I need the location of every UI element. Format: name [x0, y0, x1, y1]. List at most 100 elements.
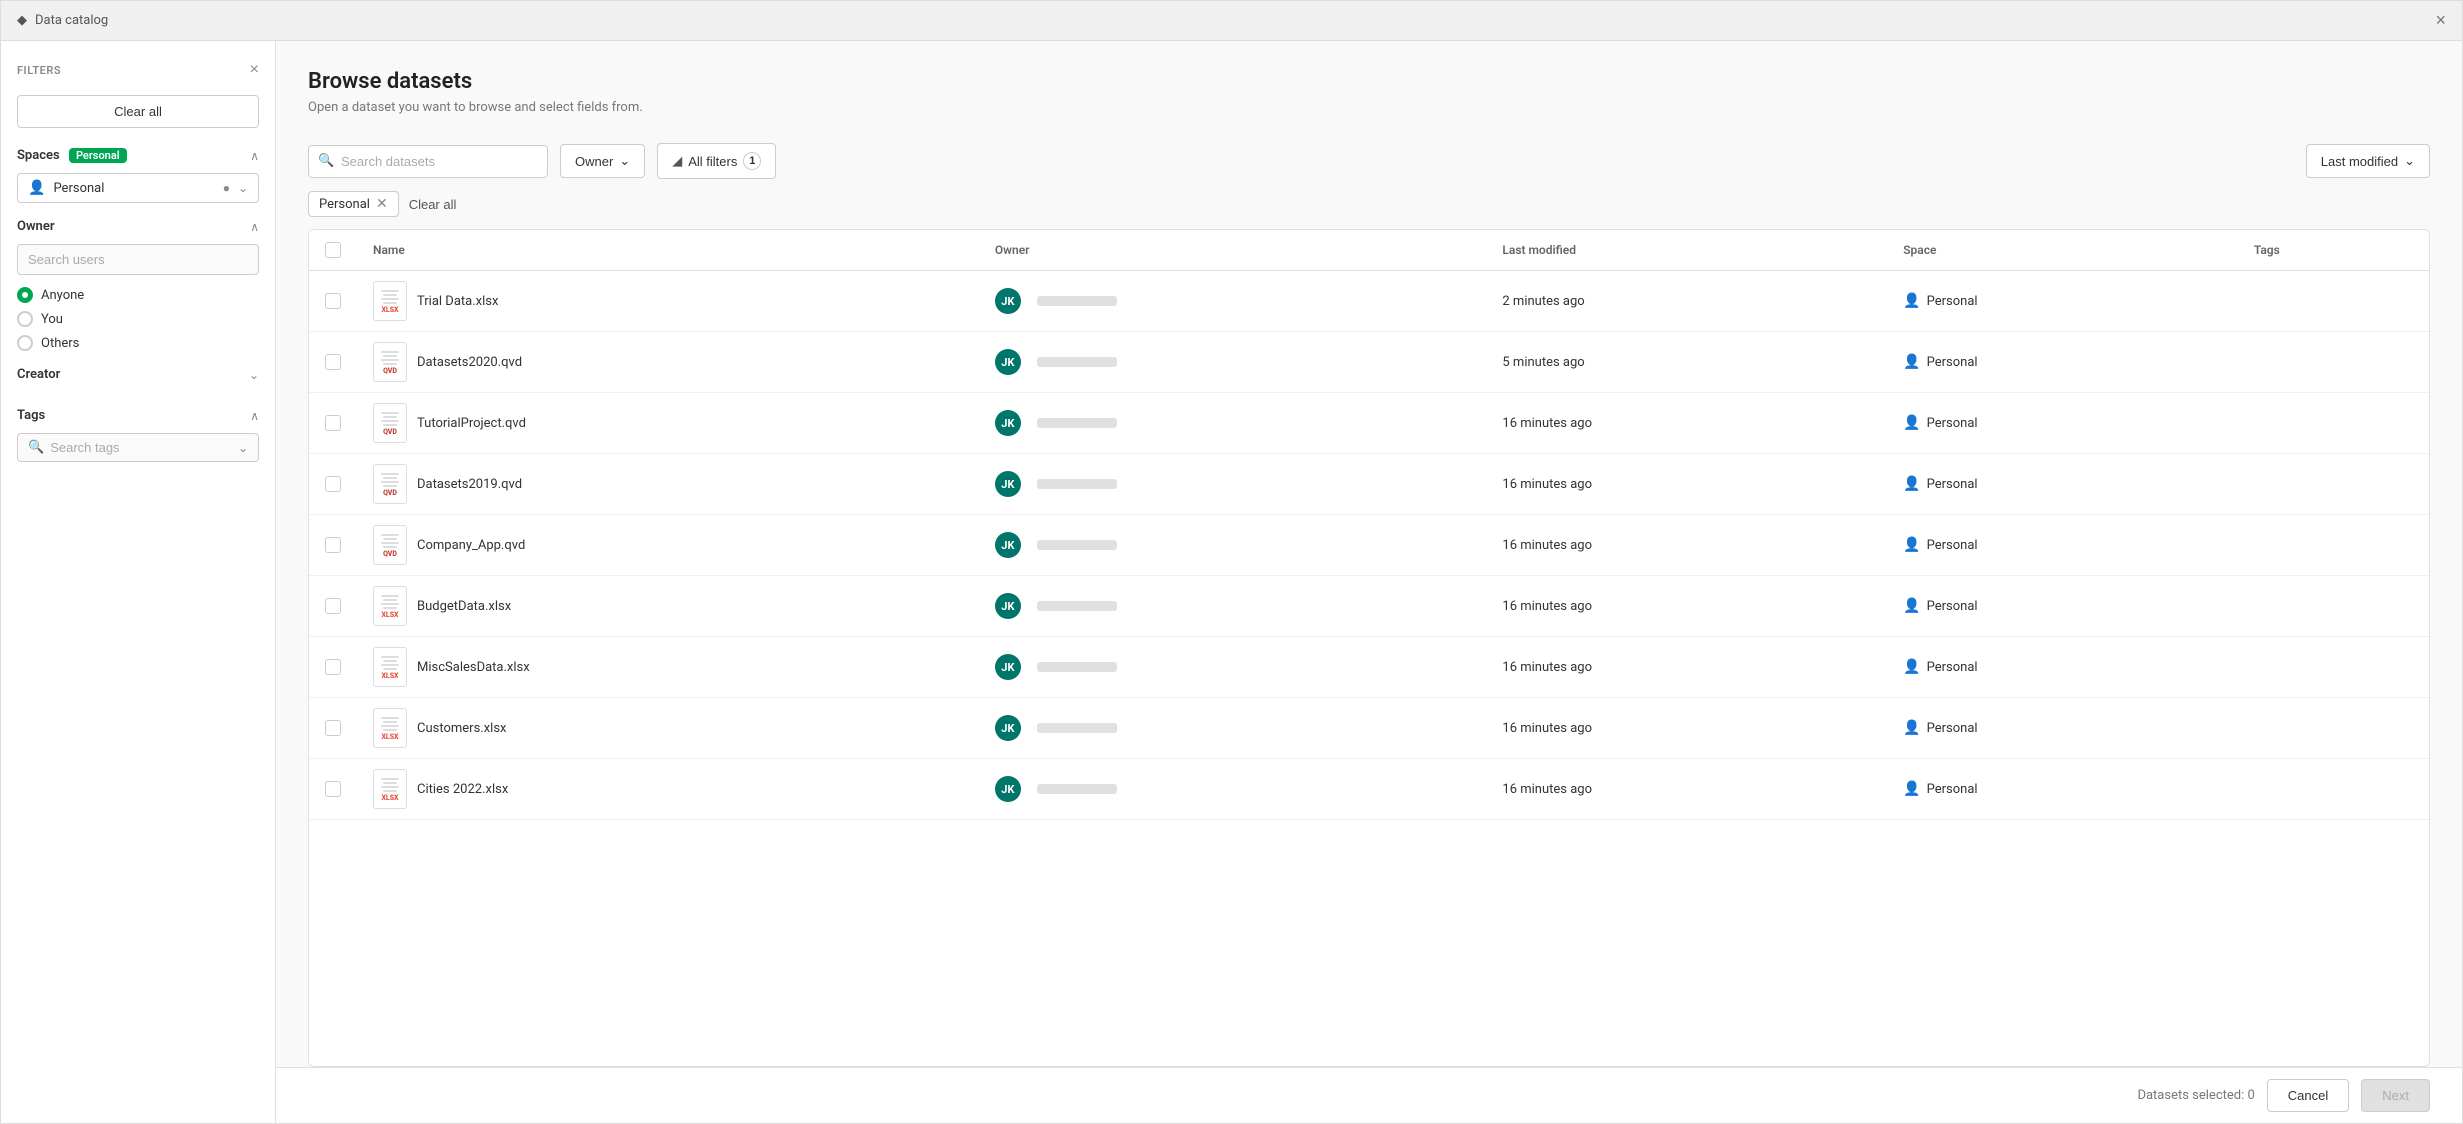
row-time-cell: 16 minutes ago	[1486, 576, 1887, 637]
table-row: XLSX Trial Data.xlsx JK 2 minutes ago 👤 …	[309, 271, 2429, 332]
space-icon: 👤	[1903, 354, 1920, 370]
search-users-input[interactable]	[17, 244, 259, 275]
last-modified-time: 16 minutes ago	[1502, 538, 1592, 553]
owner-name	[1037, 296, 1117, 306]
row-time-cell: 5 minutes ago	[1486, 332, 1887, 393]
row-space-cell: 👤 Personal	[1887, 515, 2238, 576]
space-name: Personal	[1927, 477, 1978, 492]
name-column-header: Name	[357, 230, 979, 271]
row-owner-cell: JK	[979, 759, 1487, 820]
owner-others-option[interactable]: Others	[17, 335, 259, 351]
cancel-button[interactable]: Cancel	[2267, 1079, 2349, 1112]
row-checkbox[interactable]	[325, 781, 341, 797]
space-clear-icon[interactable]: ●	[223, 181, 230, 195]
tags-search-wrap[interactable]: 🔍 ⌄	[17, 433, 259, 462]
row-tags-cell	[2238, 637, 2429, 698]
row-owner-cell: JK	[979, 637, 1487, 698]
search-datasets-icon: 🔍	[318, 154, 334, 169]
tags-section-header[interactable]: Tags ∧	[17, 408, 259, 423]
row-name-cell: QVD Company_App.qvd	[357, 515, 979, 576]
clear-all-filters-link[interactable]: Clear all	[409, 197, 457, 212]
select-all-checkbox[interactable]	[325, 242, 341, 258]
all-filters-label: All filters	[688, 154, 737, 169]
row-checkbox[interactable]	[325, 476, 341, 492]
last-modified-time: 16 minutes ago	[1502, 416, 1592, 431]
row-checkbox[interactable]	[325, 659, 341, 675]
last-modified-time: 16 minutes ago	[1502, 477, 1592, 492]
space-name: Personal	[1927, 599, 1978, 614]
file-type-icon: QVD	[373, 403, 407, 443]
owner-filter-button[interactable]: Owner ⌄	[560, 144, 645, 178]
row-owner-cell: JK	[979, 454, 1487, 515]
row-time-cell: 16 minutes ago	[1486, 454, 1887, 515]
spaces-section-header[interactable]: Spaces Personal ∧	[17, 148, 259, 163]
row-checkbox[interactable]	[325, 537, 341, 553]
space-arrow-icon[interactable]: ⌄	[238, 181, 248, 195]
others-label: Others	[41, 336, 79, 351]
file-name: Cities 2022.xlsx	[417, 782, 508, 797]
row-space-cell: 👤 Personal	[1887, 332, 2238, 393]
next-button[interactable]: Next	[2361, 1079, 2430, 1112]
sidebar-close-button[interactable]: ×	[250, 61, 259, 79]
sort-label: Last modified	[2321, 154, 2398, 169]
space-icon: 👤	[1903, 720, 1920, 736]
app-title: Data catalog	[35, 13, 108, 28]
all-filters-button[interactable]: ◢ All filters 1	[657, 143, 776, 179]
space-column-header: Space	[1887, 230, 2238, 271]
row-tags-cell	[2238, 576, 2429, 637]
table-row: QVD Datasets2019.qvd JK 16 minutes ago 👤…	[309, 454, 2429, 515]
owner-section-title: Owner	[17, 219, 55, 234]
owner-name	[1037, 357, 1117, 367]
personal-filter-tag: Personal ✕	[308, 191, 399, 217]
row-checkbox[interactable]	[325, 293, 341, 309]
row-checkbox[interactable]	[325, 720, 341, 736]
row-checkbox-cell	[309, 393, 357, 454]
clear-all-button[interactable]: Clear all	[17, 95, 259, 128]
filter-tag-remove-button[interactable]: ✕	[376, 196, 388, 212]
file-type-icon: XLSX	[373, 281, 407, 321]
owner-btn-chevron-icon: ⌄	[619, 153, 630, 169]
owner-filter-section: Owner ∧ Anyone You	[17, 219, 259, 351]
row-checkbox-cell	[309, 515, 357, 576]
space-selector[interactable]: 👤 Personal ● ⌄	[17, 173, 259, 203]
row-checkbox[interactable]	[325, 415, 341, 431]
row-name-cell: XLSX Customers.xlsx	[357, 698, 979, 759]
row-space-cell: 👤 Personal	[1887, 637, 2238, 698]
row-time-cell: 16 minutes ago	[1486, 698, 1887, 759]
table-row: QVD TutorialProject.qvd JK 16 minutes ag…	[309, 393, 2429, 454]
tags-search-icon: 🔍	[28, 440, 44, 455]
search-users-wrap	[17, 244, 259, 275]
row-name-cell: XLSX MiscSalesData.xlsx	[357, 637, 979, 698]
last-modified-column-header: Last modified	[1486, 230, 1887, 271]
last-modified-time: 16 minutes ago	[1502, 599, 1592, 614]
datasets-table-wrap: Name Owner Last modified Space Tags	[308, 229, 2430, 1067]
owner-avatar: JK	[995, 410, 1021, 436]
row-name-cell: XLSX BudgetData.xlsx	[357, 576, 979, 637]
owner-section-header[interactable]: Owner ∧	[17, 219, 259, 234]
row-checkbox[interactable]	[325, 598, 341, 614]
tags-dropdown-icon[interactable]: ⌄	[238, 441, 248, 455]
spaces-chevron-icon: ∧	[250, 149, 259, 163]
search-tags-input[interactable]	[50, 440, 232, 455]
row-owner-cell: JK	[979, 332, 1487, 393]
search-datasets-input[interactable]	[308, 145, 548, 178]
creator-section-header[interactable]: Creator ⌄	[17, 367, 259, 382]
space-icon: 👤	[1903, 659, 1920, 675]
owner-anyone-option[interactable]: Anyone	[17, 287, 259, 303]
all-filters-count-badge: 1	[743, 152, 761, 170]
content-header: Browse datasets Open a dataset you want …	[276, 41, 2462, 131]
owner-you-option[interactable]: You	[17, 311, 259, 327]
space-icon: 👤	[1903, 781, 1920, 797]
sidebar: FILTERS × Clear all Spaces Personal ∧ 👤 …	[1, 41, 276, 1123]
file-type-icon: XLSX	[373, 647, 407, 687]
space-name: Personal	[1927, 660, 1978, 675]
space-icon: 👤	[1903, 476, 1920, 492]
filter-funnel-icon: ◢	[672, 153, 682, 169]
sort-button[interactable]: Last modified ⌄	[2306, 144, 2430, 178]
space-icon: 👤	[1903, 415, 1920, 431]
space-selector-text: Personal	[53, 181, 214, 196]
row-checkbox[interactable]	[325, 354, 341, 370]
window-close-button[interactable]: ×	[2435, 10, 2446, 31]
row-checkbox-cell	[309, 759, 357, 820]
space-name: Personal	[1927, 294, 1978, 309]
